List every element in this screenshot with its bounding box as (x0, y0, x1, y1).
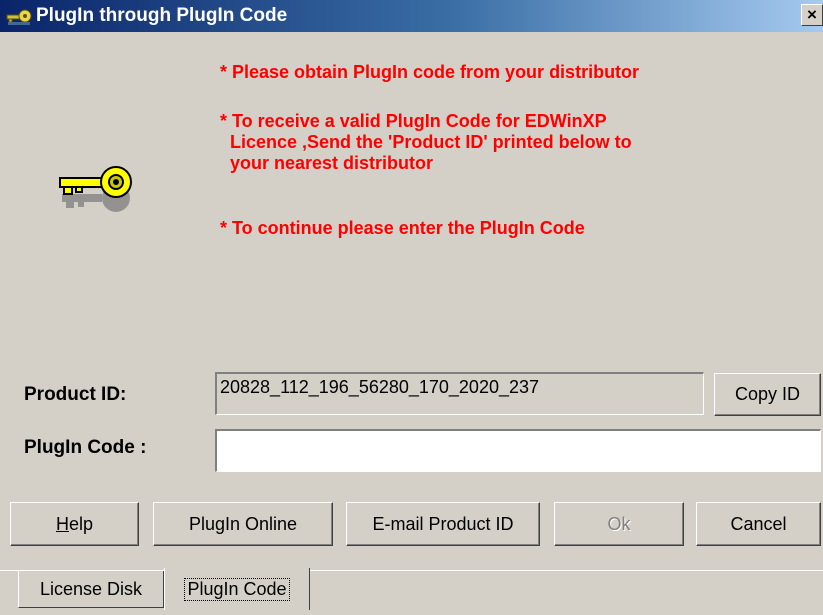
message-send-product-id: * To receive a valid PlugIn Code for EDW… (220, 111, 632, 173)
plugin-code-label: PlugIn Code : (24, 437, 147, 458)
email-product-id-button[interactable]: E-mail Product ID (346, 502, 540, 546)
cancel-button[interactable]: Cancel (696, 502, 821, 546)
cancel-label: Cancel (730, 513, 787, 534)
tab-license-disk[interactable]: License Disk (18, 571, 164, 608)
help-button[interactable]: Help (10, 502, 139, 546)
copy-id-button[interactable]: Copy ID (714, 373, 821, 416)
tab-license-disk-label: License Disk (39, 578, 143, 599)
message-obtain-code: * Please obtain PlugIn code from your di… (220, 62, 640, 82)
ok-label: Ok (607, 513, 631, 534)
message-enter-code: * To continue please enter the PlugIn Co… (220, 218, 585, 238)
plugin-code-input[interactable] (215, 429, 821, 472)
product-id-label: Product ID: (24, 384, 127, 405)
title-bar[interactable]: PlugIn through PlugIn Code × (0, 0, 823, 32)
key-icon (59, 166, 132, 212)
window-title: PlugIn through PlugIn Code (36, 5, 288, 26)
plugin-online-button[interactable]: PlugIn Online (153, 502, 333, 546)
close-icon: × (807, 5, 817, 24)
help-label: Help (55, 513, 94, 534)
tab-plugin-code-label: PlugIn Code (184, 577, 290, 601)
product-id-field[interactable]: 20828_112_196_56280_170_2020_237 (215, 372, 704, 415)
plugin-online-label: PlugIn Online (188, 513, 298, 534)
ok-button[interactable]: Ok (554, 502, 684, 546)
key-icon (6, 9, 32, 25)
tab-plugin-code[interactable]: PlugIn Code (164, 568, 310, 610)
close-button[interactable]: × (801, 4, 823, 26)
email-product-id-label: E-mail Product ID (372, 513, 514, 534)
copy-id-label: Copy ID (734, 384, 801, 404)
